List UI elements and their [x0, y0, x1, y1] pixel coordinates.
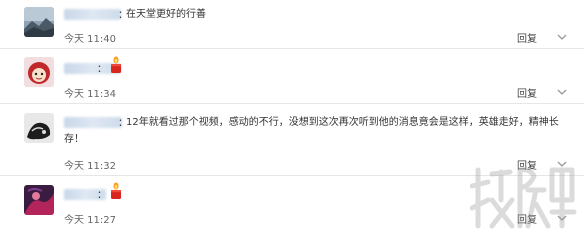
- comment-text: 在天堂更好的行善: [126, 9, 206, 20]
- candle-emoji-icon: [108, 182, 124, 200]
- comment-time: 今天 11:27: [64, 215, 116, 226]
- username-blurred[interactable]: [64, 9, 121, 20]
- comment-time: 今天 11:32: [64, 161, 116, 172]
- avatar-mountain-icon: [24, 7, 54, 37]
- comment-item: ： 今天 11:34 回复: [0, 48, 584, 104]
- more-icon[interactable]: [556, 86, 568, 98]
- username-colon: ：: [97, 190, 107, 201]
- candle-emoji-icon: [108, 56, 124, 74]
- avatar-purple-icon: [24, 185, 54, 215]
- reply-button[interactable]: 回复: [517, 30, 537, 45]
- more-icon[interactable]: [556, 31, 568, 43]
- avatar-cartoon-icon: [24, 57, 54, 87]
- comment-list: ： 在天堂更好的行善 今天 11:40 回复 ： 今天 11:34 回复 ： 1…: [0, 0, 584, 240]
- user-avatar[interactable]: [24, 113, 54, 143]
- user-avatar[interactable]: [24, 57, 54, 87]
- comment-time: 今天 11:40: [64, 34, 116, 45]
- reply-button[interactable]: 回复: [517, 85, 537, 100]
- comment-time: 今天 11:34: [64, 89, 116, 100]
- avatar-dark-icon: [24, 113, 54, 143]
- user-avatar[interactable]: [24, 185, 54, 215]
- comment-item: ： 在天堂更好的行善 今天 11:40 回复: [0, 0, 584, 49]
- comment-text: 12年就看过那个视频，感动的不行，没想到这次再次听到他的消息竟会是这样，英雄走好…: [64, 117, 559, 145]
- username-colon: ：: [97, 64, 107, 75]
- watermark-logo-icon: [470, 160, 580, 236]
- user-avatar[interactable]: [24, 7, 54, 37]
